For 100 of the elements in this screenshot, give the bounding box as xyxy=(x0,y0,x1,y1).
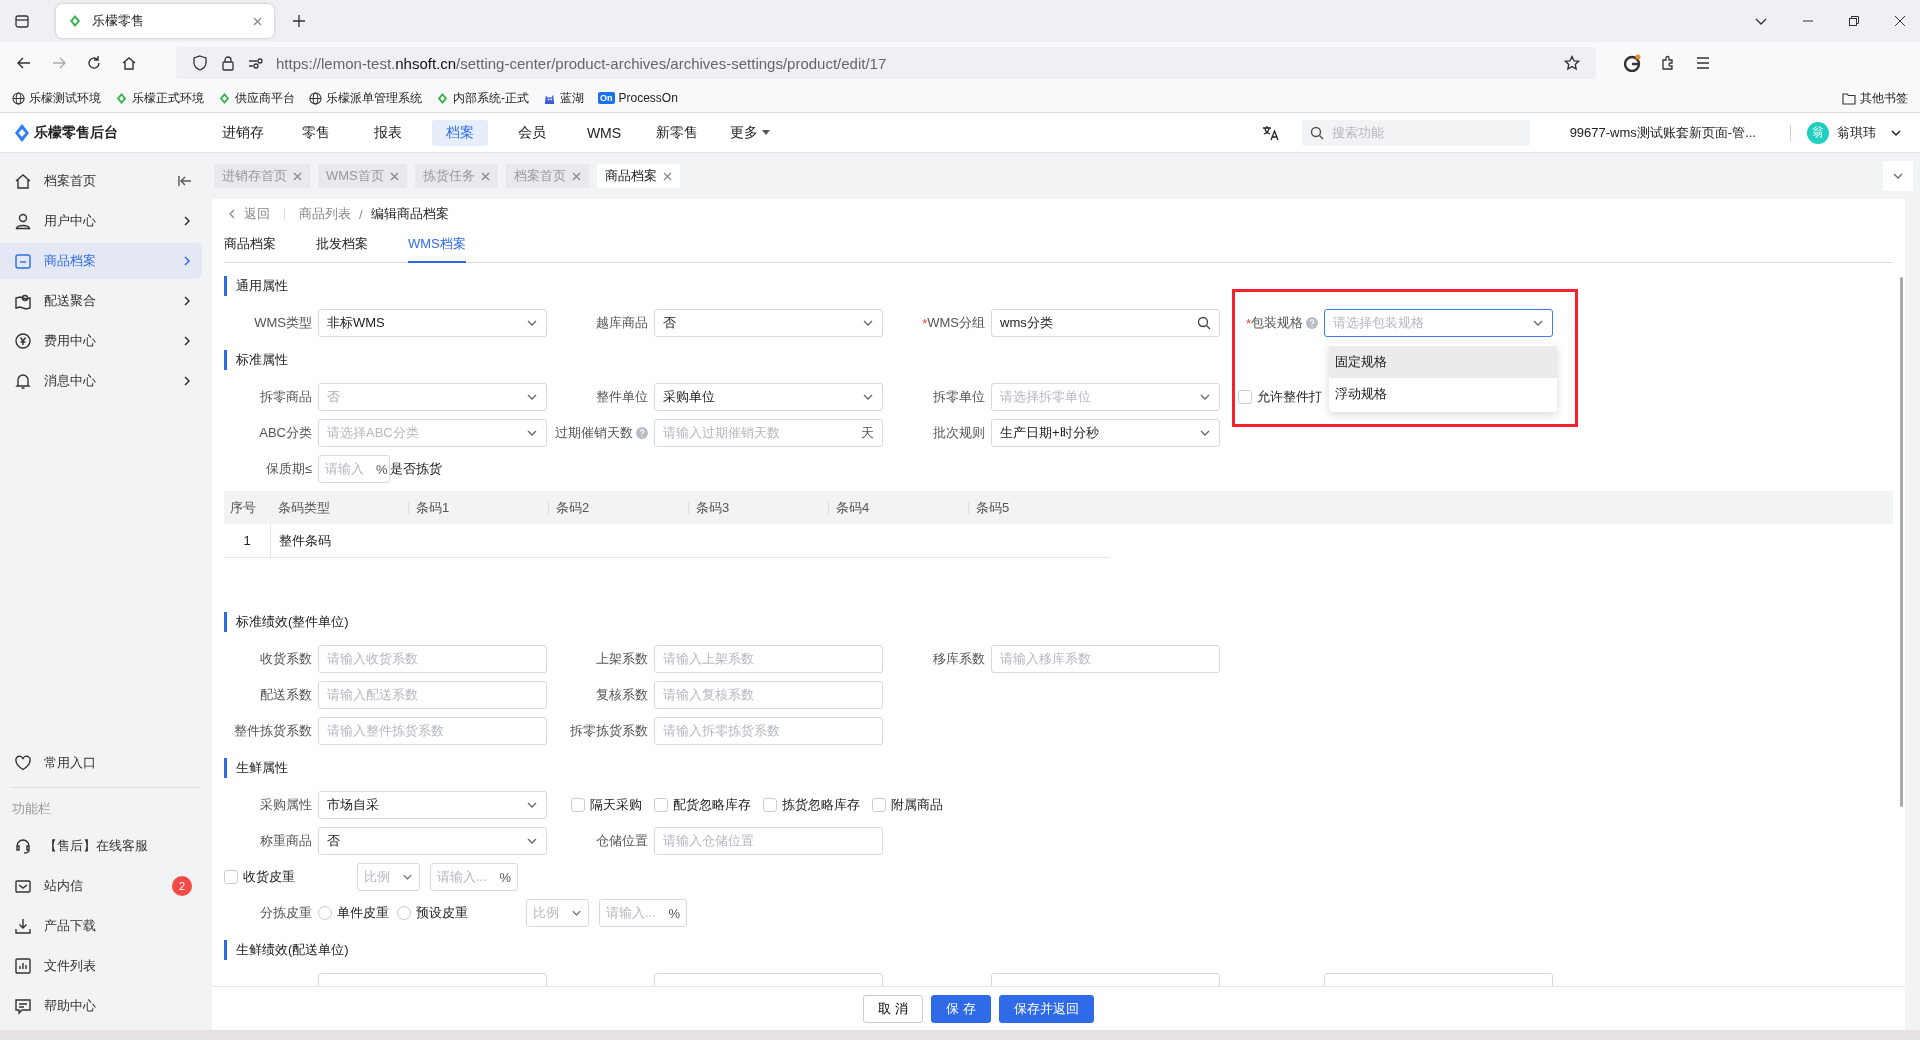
sidebar-item[interactable]: 帮助中心 xyxy=(0,988,202,1024)
sidebar-item[interactable]: 档案首页 xyxy=(0,163,202,199)
sidebar-item[interactable]: 配送聚合 xyxy=(0,283,202,319)
app-badge: On xyxy=(598,92,615,104)
sidebar-item[interactable]: 用户中心 xyxy=(0,203,202,239)
input-field[interactable]: 请输入... % xyxy=(599,899,687,927)
reload-icon[interactable] xyxy=(86,55,102,71)
select-field[interactable]: 否 xyxy=(318,827,547,855)
menu-icon[interactable] xyxy=(1695,55,1711,71)
tab[interactable]: 批发档案 xyxy=(316,229,368,263)
new-tab-icon[interactable] xyxy=(292,14,306,28)
download-icon xyxy=(14,917,32,935)
field-label: 收货系数 xyxy=(260,650,312,668)
nav-item[interactable]: 更多 xyxy=(722,119,778,146)
home-icon[interactable] xyxy=(121,55,137,71)
field-label: 复核系数 xyxy=(596,686,648,704)
input-field[interactable]: 请输入... % xyxy=(430,863,518,891)
app-logo[interactable]: 乐檬零售后台 xyxy=(14,123,214,142)
checkbox[interactable] xyxy=(872,798,886,812)
restore-icon[interactable] xyxy=(1848,15,1860,27)
help-icon[interactable] xyxy=(636,427,648,439)
cancel-button[interactable]: 取 消 xyxy=(863,994,923,1023)
nav-item[interactable]: 零售 xyxy=(288,119,344,146)
radio-label: 单件皮重 xyxy=(337,904,389,922)
user-name[interactable]: 翁琪玮 xyxy=(1837,123,1876,142)
browser-tab[interactable]: 乐檬零售 xyxy=(56,4,274,38)
account-name[interactable]: 99677-wms测试账套新页面-管... xyxy=(1569,123,1756,142)
sidebar-item[interactable]: 消息中心 xyxy=(0,363,202,399)
bookmark[interactable]: 蓝湖 xyxy=(543,89,584,107)
bookmark-folder[interactable]: 其他书签 xyxy=(1842,89,1908,107)
sidebar-item[interactable]: 站内信 2 xyxy=(0,868,202,904)
bookmark[interactable]: 乐檬正式环境 xyxy=(115,89,204,107)
sidebar-item[interactable]: 产品下载 xyxy=(0,908,202,944)
account-icon[interactable] xyxy=(1623,54,1641,72)
breadcrumb-item[interactable]: 商品列表 xyxy=(299,205,351,223)
chevron-right-icon xyxy=(182,335,192,347)
chevron-right-icon xyxy=(182,295,192,307)
select-field[interactable]: 生产日期+时分秒 xyxy=(991,419,1220,447)
page-tab[interactable]: 商品档案 xyxy=(596,164,680,188)
bookmark[interactable]: 乐檬派单管理系统 xyxy=(309,89,422,107)
checkbox[interactable] xyxy=(224,870,238,884)
back-icon[interactable] xyxy=(16,55,32,71)
translate-icon[interactable] xyxy=(1261,124,1280,141)
field-label: 保质期≤ xyxy=(265,460,312,478)
bookmark[interactable]: On ProcessOn xyxy=(598,91,678,105)
tab-list-icon[interactable] xyxy=(14,13,30,29)
menu-option[interactable]: 固定规格 xyxy=(1329,346,1557,378)
favorites-item[interactable]: 常用入口 xyxy=(0,745,202,781)
forward-icon[interactable] xyxy=(51,55,67,71)
checkbox[interactable] xyxy=(571,798,585,812)
collapse-icon[interactable] xyxy=(178,175,192,187)
select-field[interactable]: 否 xyxy=(654,309,883,337)
bell-icon xyxy=(14,372,32,390)
input-field[interactable]: 请输入过期催销天数 天 xyxy=(654,419,883,447)
field-label: 拆零拣货系数 xyxy=(570,722,648,740)
tab[interactable]: 商品档案 xyxy=(224,229,276,263)
extensions-icon[interactable] xyxy=(1660,55,1676,71)
save-button[interactable]: 保存并返回 xyxy=(998,994,1094,1023)
search-icon[interactable] xyxy=(1197,316,1211,330)
sidebar-item[interactable]: 文件列表 xyxy=(0,948,202,984)
nav-item[interactable]: WMS xyxy=(576,119,632,146)
nav-item[interactable]: 进销存 xyxy=(214,119,272,146)
select-field[interactable]: 非标WMS xyxy=(318,309,547,337)
bookmark[interactable]: 供应商平台 xyxy=(218,89,295,107)
field-label: 包装规格 xyxy=(1251,314,1303,332)
nav-item[interactable]: 报表 xyxy=(360,119,416,146)
address-bar[interactable]: https://lemon-test.nhsoft.cn/setting-center/product-archives/archives-settings/product/edit/17 xyxy=(176,47,1596,79)
scrollbar[interactable] xyxy=(1900,277,1903,807)
nav-item[interactable]: 档案 xyxy=(432,119,488,146)
sidebar-item[interactable]: 【售后】在线客服 xyxy=(0,828,202,864)
menu-option[interactable]: 浮动规格 xyxy=(1329,378,1557,410)
checkbox[interactable] xyxy=(654,798,668,812)
close-icon[interactable] xyxy=(1894,15,1906,27)
input-field[interactable]: 请输入 % xyxy=(318,455,390,483)
checkbox[interactable] xyxy=(763,798,777,812)
nav-item[interactable]: 新零售 xyxy=(648,119,706,146)
search-field[interactable]: wms分类 xyxy=(991,309,1220,337)
help-icon[interactable] xyxy=(1306,317,1318,329)
breadcrumb-item: 编辑商品档案 xyxy=(370,205,449,223)
home-icon xyxy=(14,172,32,190)
chevron-right-icon xyxy=(182,255,192,267)
unread-badge: 2 xyxy=(172,876,192,896)
sidebar-item[interactable]: 商品档案 xyxy=(0,243,202,279)
column-header: 条码类型 xyxy=(277,498,331,517)
mail-icon xyxy=(14,877,32,895)
star-icon[interactable] xyxy=(1564,55,1580,71)
tab[interactable]: WMS档案 xyxy=(408,229,466,263)
select-field[interactable]: 市场自采 xyxy=(318,791,547,819)
save-button[interactable]: 保 存 xyxy=(931,994,991,1023)
field-label: 上架系数 xyxy=(596,650,648,668)
nav-item[interactable]: 会员 xyxy=(504,119,560,146)
sidebar-item[interactable]: 费用中心 xyxy=(0,323,202,359)
bookmark[interactable]: 内部系统-正式 xyxy=(436,89,529,107)
back-link[interactable]: 返回 xyxy=(228,205,270,223)
tabs-menu-button[interactable] xyxy=(1883,161,1913,191)
search-icon xyxy=(1309,125,1324,140)
select-field[interactable]: 采购单位 xyxy=(654,383,883,411)
checkbox[interactable] xyxy=(1238,390,1252,404)
checkbox-label: 允许整件打 xyxy=(1257,388,1322,406)
bookmark[interactable]: 乐檬测试环境 xyxy=(12,89,101,107)
